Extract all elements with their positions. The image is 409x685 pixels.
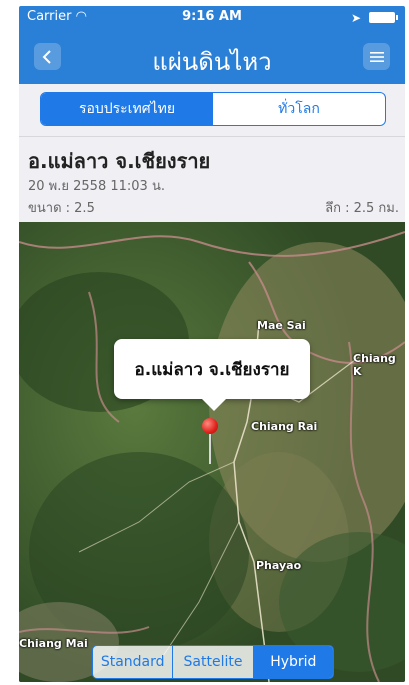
quake-magnitude: ขนาด : 2.5 [28, 201, 95, 216]
quake-depth: ลึก : 2.5 กม. [325, 201, 399, 216]
map-label-phayao: Phayao [256, 559, 302, 572]
list-icon [369, 51, 384, 62]
map-type-standard[interactable]: Standard [93, 646, 174, 678]
battery-icon [369, 12, 398, 23]
page-title: แผ่นดินไหว [152, 48, 272, 76]
navigation-bar: แผ่นดินไหว [19, 28, 405, 84]
map-type-satellite[interactable]: Sattelite [173, 646, 254, 678]
menu-button[interactable] [363, 43, 390, 70]
map-pin-icon[interactable] [202, 418, 218, 434]
map-pin-stem [209, 434, 211, 464]
map-type-hybrid[interactable]: Hybrid [253, 646, 333, 678]
location-arrow-icon: ➤ [350, 11, 361, 25]
map-view[interactable]: Mae Sai Chiang K Chiang Rai Phayao Chian… [19, 222, 405, 682]
segment-thailand[interactable]: รอบประเทศไทย [41, 93, 213, 125]
segment-worldwide[interactable]: ทั่วโลก [213, 93, 385, 125]
region-segmented-control: รอบประเทศไทย ทั่วโลก [40, 92, 386, 126]
quake-location-title: อ.แม่ลาว จ.เชียงราย [28, 149, 211, 173]
map-type-segmented-control: Standard Sattelite Hybrid [92, 645, 334, 679]
quake-info-panel: อ.แม่ลาว จ.เชียงราย 20 พ.ย 2558 11:03 น.… [19, 136, 405, 223]
quake-datetime: 20 พ.ย 2558 11:03 น. [28, 179, 165, 194]
region-segment-bar: รอบประเทศไทย ทั่วโลก [19, 84, 405, 136]
status-indicators: ➤ [335, 11, 398, 25]
status-bar: Carrier ◠ 9:16 AM ➤ [19, 6, 405, 28]
satellite-terrain [19, 222, 405, 682]
map-label-mae-sai: Mae Sai [257, 319, 306, 332]
map-label-chiang-mai: Chiang Mai [19, 637, 88, 650]
map-label-chiang-rai: Chiang Rai [251, 420, 318, 433]
map-label-chiang-k: Chiang K [353, 352, 396, 378]
map-callout[interactable]: อ.แม่ลาว จ.เชียงราย [114, 339, 310, 411]
app-screen: Carrier ◠ 9:16 AM ➤ แผ่นดินไหว รอบประเทศ… [19, 6, 405, 682]
